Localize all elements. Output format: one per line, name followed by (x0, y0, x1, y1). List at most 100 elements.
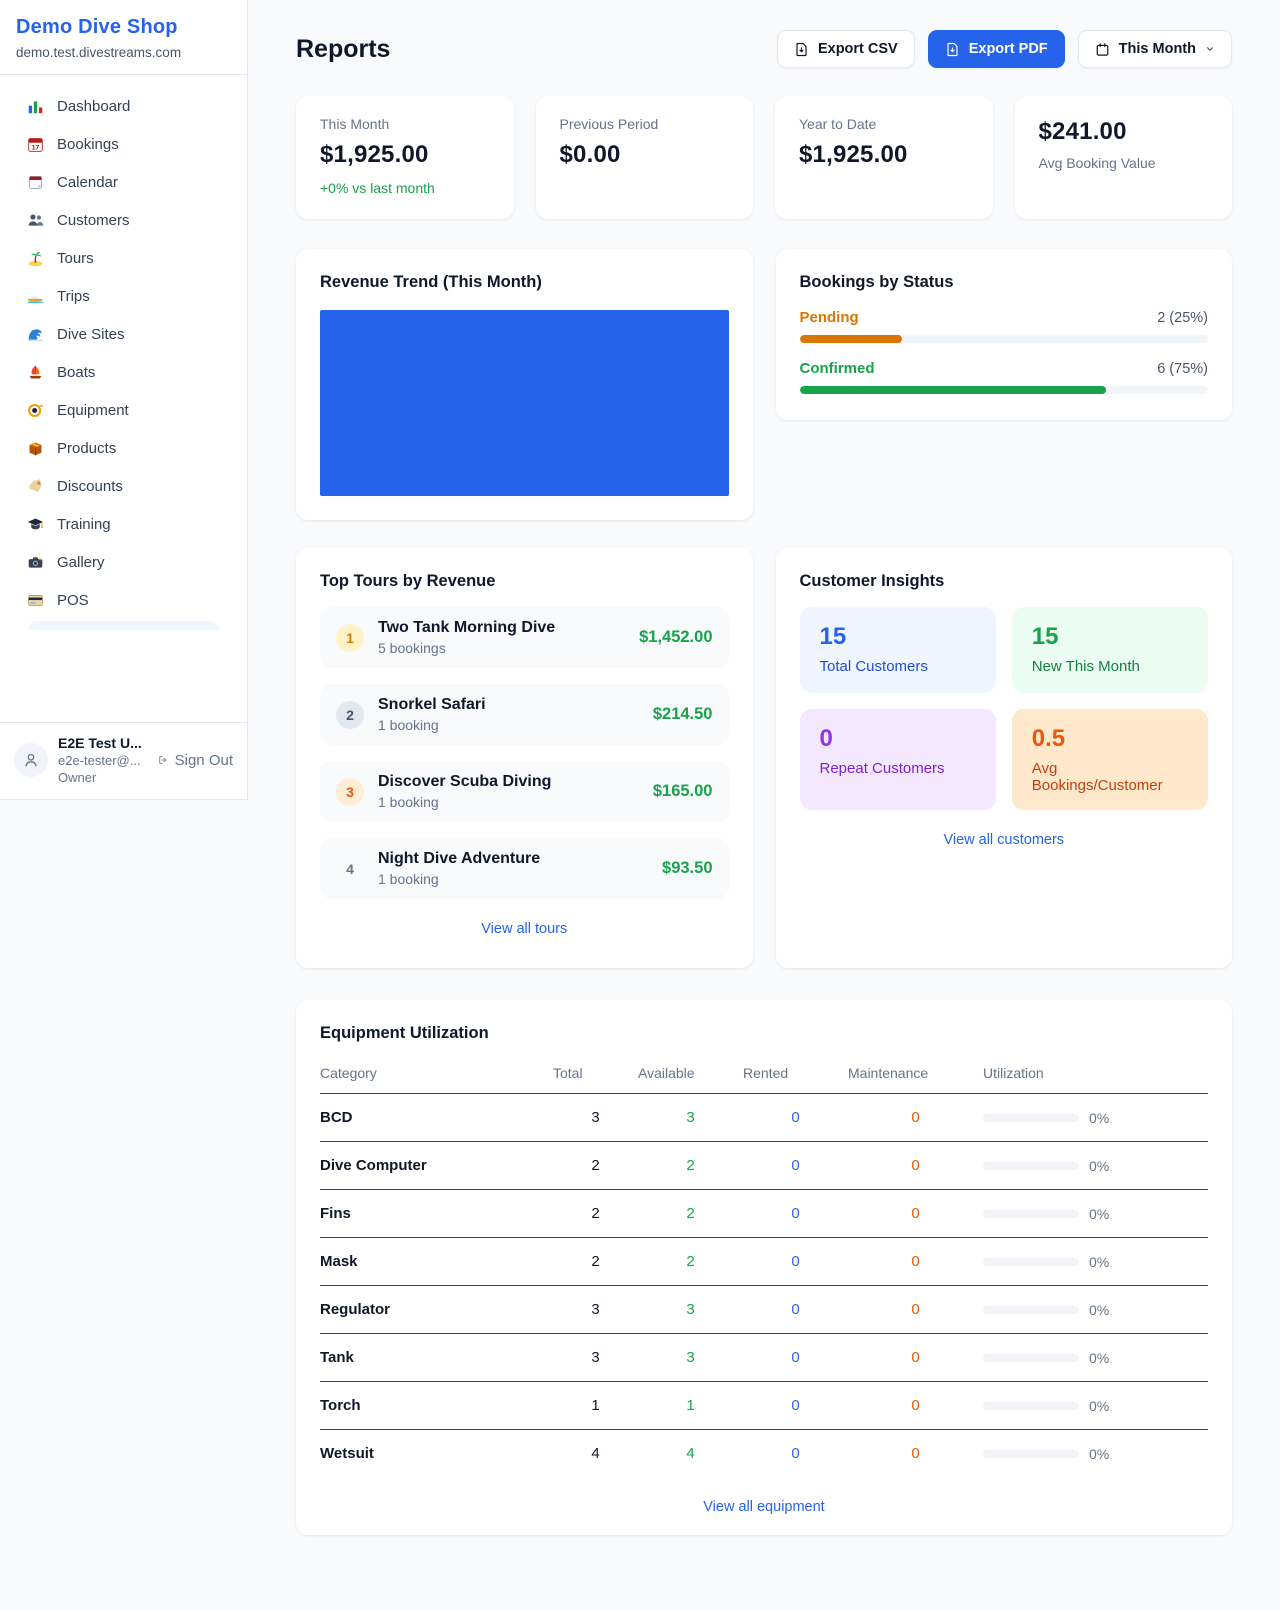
sidebar-item-equipment[interactable]: Equipment (14, 391, 233, 429)
tour-info: Two Tank Morning Dive 5 bookings (378, 619, 627, 656)
tour-revenue: $165.00 (653, 782, 713, 801)
sidebar-item-dive-sites[interactable]: Dive Sites (14, 315, 233, 353)
sidebar-item-training[interactable]: Training (14, 505, 233, 543)
tour-name: Snorkel Safari (378, 696, 641, 714)
tour-name: Night Dive Adventure (378, 850, 650, 868)
tour-bookings: 5 bookings (378, 640, 627, 656)
sidebar-item-pos[interactable]: POS (14, 581, 233, 619)
stats-row: This Month $1,925.00 +0% vs last month P… (296, 96, 1232, 219)
tour-revenue: $1,452.00 (639, 628, 712, 647)
file-download-icon (945, 42, 960, 57)
tour-list-item: 3 Discover Scuba Diving 1 booking $165.0… (320, 761, 729, 822)
tour-list-item: 2 Snorkel Safari 1 booking $214.50 (320, 684, 729, 745)
sidebar-item-discounts[interactable]: Discounts (14, 467, 233, 505)
equipment-header-row: Category Total Available Rented Maintena… (320, 1057, 1208, 1094)
user-email: e2e-tester@... (58, 753, 148, 768)
sidebar-item-customers[interactable]: Customers (14, 201, 233, 239)
tour-list-item: 4 Night Dive Adventure 1 booking $93.50 (320, 838, 729, 899)
utilization-bar (983, 1258, 1079, 1266)
credit-card-icon (26, 591, 44, 609)
revenue-trend-title: Revenue Trend (This Month) (320, 273, 729, 292)
rank-badge: 4 (336, 855, 364, 883)
equipment-utilization-title: Equipment Utilization (320, 1024, 1208, 1043)
rank-badge: 1 (336, 624, 364, 652)
sidebar-item-boats[interactable]: Boats (14, 353, 233, 391)
sidebar-item-products[interactable]: Products (14, 429, 233, 467)
sidebar-item-reports-partial[interactable] (28, 621, 219, 630)
tile-value: 15 (820, 623, 976, 651)
user-role: Owner (58, 770, 148, 785)
equipment-table: Category Total Available Rented Maintena… (320, 1057, 1208, 1477)
utilization-cell: 0% (983, 1398, 1208, 1414)
mid-row: Top Tours by Revenue 1 Two Tank Morning … (296, 548, 1232, 968)
period-dropdown[interactable]: This Month (1078, 30, 1232, 68)
tour-revenue: $93.50 (662, 859, 712, 878)
wave-icon (26, 325, 44, 343)
export-pdf-button[interactable]: Export PDF (928, 30, 1065, 68)
sidebar-item-gallery[interactable]: Gallery (14, 543, 233, 581)
utilization-bar (983, 1210, 1079, 1218)
export-csv-button[interactable]: Export CSV (777, 30, 915, 68)
stat-label: Year to Date (799, 116, 969, 132)
stat-delta: +0% vs last month (320, 180, 490, 196)
sidebar-nav: Dashboard 17 Bookings Calendar Customers… (0, 75, 247, 722)
sidebar-item-label: POS (57, 592, 89, 609)
tour-name: Two Tank Morning Dive (378, 619, 627, 637)
people-icon (26, 211, 44, 229)
sidebar-item-bookings[interactable]: 17 Bookings (14, 125, 233, 163)
stat-card-this-month: This Month $1,925.00 +0% vs last month (296, 96, 514, 219)
status-row: Pending 2 (25%) (800, 309, 1209, 326)
utilization-bar (983, 1114, 1079, 1122)
sidebar-item-trips[interactable]: Trips (14, 277, 233, 315)
tour-revenue: $214.50 (653, 705, 713, 724)
sidebar-item-label: Products (57, 440, 116, 457)
insight-tile-total-customers: 15 Total Customers (800, 607, 996, 693)
person-icon (22, 751, 40, 769)
sidebar-item-label: Dashboard (57, 98, 130, 115)
status-label-confirmed: Confirmed (800, 360, 875, 377)
tour-info: Discover Scuba Diving 1 booking (378, 773, 641, 810)
user-panel: E2E Test U... e2e-tester@... Owner Sign … (0, 722, 247, 799)
brand-block: Demo Dive Shop demo.test.divestreams.com (0, 0, 247, 75)
island-icon (26, 249, 44, 267)
sidebar-item-tours[interactable]: Tours (14, 239, 233, 277)
tear-calendar-icon (26, 173, 44, 191)
utilization-cell: 0% (983, 1110, 1208, 1126)
column-header-total: Total (553, 1057, 638, 1094)
utilization-cell: 0% (983, 1302, 1208, 1318)
utilization-cell: 0% (983, 1254, 1208, 1270)
tour-info: Snorkel Safari 1 booking (378, 696, 641, 733)
dive-mask-icon (26, 401, 44, 419)
tour-bookings: 1 booking (378, 717, 641, 733)
period-label: This Month (1119, 41, 1196, 57)
status-bar-pending (800, 335, 1209, 343)
status-count-pending: 2 (25%) (1157, 310, 1208, 326)
view-all-customers-link[interactable]: View all customers (800, 832, 1209, 848)
sidebar-item-dashboard[interactable]: Dashboard (14, 87, 233, 125)
page-header: Reports Export CSV Export PDF This Month (296, 30, 1232, 68)
export-csv-label: Export CSV (818, 41, 898, 57)
file-download-icon (794, 42, 809, 57)
utilization-bar (983, 1162, 1079, 1170)
sidebar-item-calendar[interactable]: Calendar (14, 163, 233, 201)
insight-tile-new-this-month: 15 New This Month (1012, 607, 1208, 693)
view-all-equipment-link[interactable]: View all equipment (320, 1499, 1208, 1515)
utilization-bar (983, 1354, 1079, 1362)
table-row: Regulator 3 3 0 0 0% (320, 1286, 1208, 1334)
insight-tiles: 15 Total Customers 15 New This Month 0 R… (800, 607, 1209, 810)
view-all-tours-link[interactable]: View all tours (320, 921, 729, 937)
package-icon (26, 439, 44, 457)
status-bar-confirmed (800, 386, 1209, 394)
user-meta: E2E Test U... e2e-tester@... Owner (58, 735, 148, 785)
column-header-rented: Rented (743, 1057, 848, 1094)
table-row: Wetsuit 4 4 0 0 0% (320, 1430, 1208, 1478)
tile-label: Total Customers (820, 658, 976, 675)
sign-out-button[interactable]: Sign Out (158, 752, 233, 769)
stat-label: Avg Booking Value (1039, 155, 1209, 171)
camera-icon (26, 553, 44, 571)
sidebar-item-label: Discounts (57, 478, 123, 495)
utilization-bar (983, 1402, 1079, 1410)
sidebar-item-label: Calendar (57, 174, 118, 191)
bookings-by-status-card: Bookings by Status Pending 2 (25%) Confi… (776, 249, 1233, 420)
top-tours-card: Top Tours by Revenue 1 Two Tank Morning … (296, 548, 753, 968)
